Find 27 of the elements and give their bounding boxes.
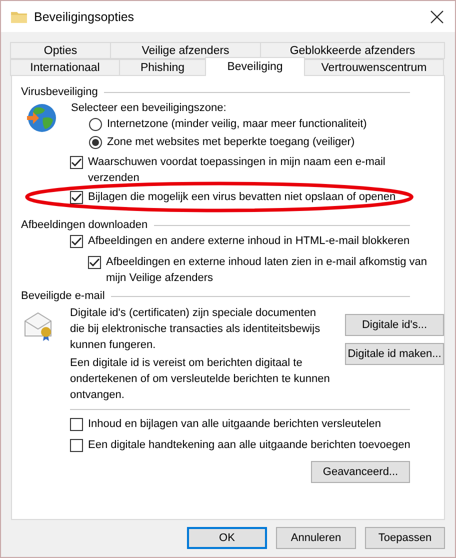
action-button[interactable]: Digitale id's... <box>345 314 444 336</box>
description-text: Een digitale id is vereist om berichten digitaal te ondertekenen of om versleutelde berichten te kunnen ontvangen. <box>70 356 330 403</box>
tab[interactable]: Phishing <box>119 59 206 76</box>
tab[interactable]: Geblokkeerde afzenders <box>260 42 445 59</box>
radio-label[interactable]: Internetzone (minder veilig, maar meer functionaliteit) <box>107 116 367 132</box>
tab[interactable]: Opties <box>10 42 111 59</box>
zone-prompt: Selecteer een beveiligingszone: <box>71 101 228 116</box>
checkbox-label[interactable]: Afbeeldingen en externe inhoud laten zien in e-mail afkomstig van mijn Veilige afzenders <box>106 254 432 286</box>
dialog-button[interactable]: Annuleren <box>276 527 356 549</box>
radio-label[interactable]: Zone met websites met beperkte toegang (veiliger) <box>107 134 355 150</box>
checkbox-label[interactable]: Inhoud en bijlagen van alle uitgaande berichten versleutelen <box>88 416 381 432</box>
checkbox-label[interactable]: Een digitale handtekening aan alle uitgaande berichten toevoegen <box>88 437 410 453</box>
action-button[interactable]: Digitale id maken... <box>345 343 444 365</box>
dialog-button[interactable]: OK <box>187 527 267 549</box>
dialog-button[interactable]: Toepassen <box>365 527 445 549</box>
tab[interactable]: Vertrouwenscentrum <box>304 59 444 76</box>
window-title: Beveiligingsopties <box>34 10 136 24</box>
checkbox-label[interactable]: Afbeeldingen en andere externe inhoud in HTML-e-mail blokkeren <box>88 233 410 249</box>
group-header: Afbeeldingen downloaden <box>21 219 148 231</box>
group-header: Virusbeveiliging <box>21 86 98 98</box>
tab[interactable]: Beveiliging <box>205 57 305 76</box>
tab[interactable]: Internationaal <box>10 59 120 76</box>
advanced-button[interactable]: Geavanceerd... <box>311 461 410 483</box>
group-header: Beveiligde e-mail <box>21 290 105 302</box>
tab[interactable]: Veilige afzenders <box>110 42 261 59</box>
checkbox-label[interactable]: Waarschuwen voordat toepassingen in mijn naam een e-mail verzenden <box>88 154 432 186</box>
description-text: Digitale id's (certificaten) zijn speciale documenten die bij elektronische transacties als identiteitsbewijs kunnen fungeren. <box>70 306 322 353</box>
